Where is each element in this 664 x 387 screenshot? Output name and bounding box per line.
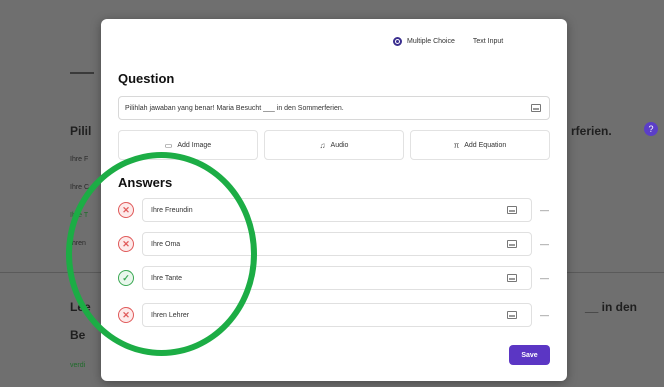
text-input-option[interactable]: Text Input (473, 38, 503, 45)
backdrop-line-1: Ihre F (70, 156, 89, 163)
more-options-icon[interactable]: — (540, 310, 549, 320)
multiple-choice-label: Multiple Choice (407, 38, 455, 45)
more-options-icon[interactable]: — (540, 239, 549, 249)
answer-row: ✕ Ihre Oma — (118, 232, 550, 258)
answer-text: Ihre Oma (151, 240, 181, 248)
add-image-label: Add Image (177, 141, 212, 149)
backdrop-line-2: Ihre C (70, 184, 90, 191)
backdrop-line-4: Ihren (70, 240, 86, 247)
equation-icon: π (453, 140, 460, 150)
answer-text: Ihren Lehrer (151, 311, 190, 319)
question-heading: Question (118, 71, 175, 86)
add-image-button[interactable]: ▭ Add Image (118, 130, 258, 160)
text-input-label: Text Input (472, 38, 504, 45)
answer-row: ✓ Ihre Tante — (118, 266, 550, 292)
add-equation-button[interactable]: π Add Equation (410, 130, 550, 160)
image-icon[interactable] (507, 274, 517, 282)
incorrect-toggle-icon[interactable]: ✕ (118, 307, 134, 323)
backdrop-line-3: Ihre T (70, 212, 89, 219)
image-icon[interactable] (507, 311, 517, 319)
incorrect-toggle-icon[interactable]: ✕ (118, 202, 134, 218)
image-icon: ▭ (164, 140, 173, 150)
multiple-choice-option[interactable]: Multiple Choice (393, 37, 455, 46)
incorrect-toggle-icon[interactable]: ✕ (118, 236, 134, 252)
image-icon[interactable] (507, 240, 517, 248)
more-options-icon[interactable]: — (540, 273, 549, 283)
answer-text: Ihre Tante (151, 274, 183, 282)
answer-input[interactable]: Ihren Lehrer (142, 303, 532, 327)
answer-text: Ihre Freundin (151, 206, 193, 214)
image-icon[interactable] (531, 104, 541, 112)
more-options-icon[interactable]: — (540, 205, 549, 215)
answer-row: ✕ Ihren Lehrer — (118, 303, 550, 329)
question-text-field[interactable]: Pilihlah jawaban yang benar! Maria Besuc… (118, 96, 550, 120)
add-equation-label: Add Equation (464, 141, 507, 149)
audio-button[interactable]: ♫ Audio (264, 130, 404, 160)
answer-input[interactable]: Ihre Oma (142, 232, 532, 256)
backdrop-heading2-left: Lee (70, 300, 91, 314)
media-toolbar: ▭ Add Image ♫ Audio π Add Equation (118, 130, 550, 160)
question-type-selector: Multiple Choice Text Input (393, 37, 503, 46)
question-editor-modal: Multiple Choice Text Input Question Pili… (101, 19, 567, 381)
image-icon[interactable] (507, 206, 517, 214)
save-button[interactable]: Save (509, 345, 550, 365)
answers-heading: Answers (118, 175, 173, 190)
audio-label: Audio (330, 141, 349, 149)
backdrop-title-left: Pilil (70, 124, 92, 138)
question-text: Pilihlah jawaban yang benar! Maria Besuc… (125, 104, 344, 112)
answer-input[interactable]: Ihre Freundin (142, 198, 532, 222)
backdrop-help-badge: ? (644, 122, 658, 136)
backdrop-heading2-right: __ in den (585, 300, 638, 314)
backdrop-footer: verdi (70, 362, 86, 369)
backdrop-title-right: rferien. (571, 124, 612, 138)
audio-icon: ♫ (319, 140, 326, 150)
answer-input[interactable]: Ihre Tante (142, 266, 532, 290)
correct-toggle-icon[interactable]: ✓ (118, 270, 134, 286)
radio-selected-icon (393, 37, 402, 46)
backdrop-dash (70, 72, 94, 74)
backdrop-heading2-left2: Be (70, 328, 86, 342)
answer-row: ✕ Ihre Freundin — (118, 198, 550, 224)
